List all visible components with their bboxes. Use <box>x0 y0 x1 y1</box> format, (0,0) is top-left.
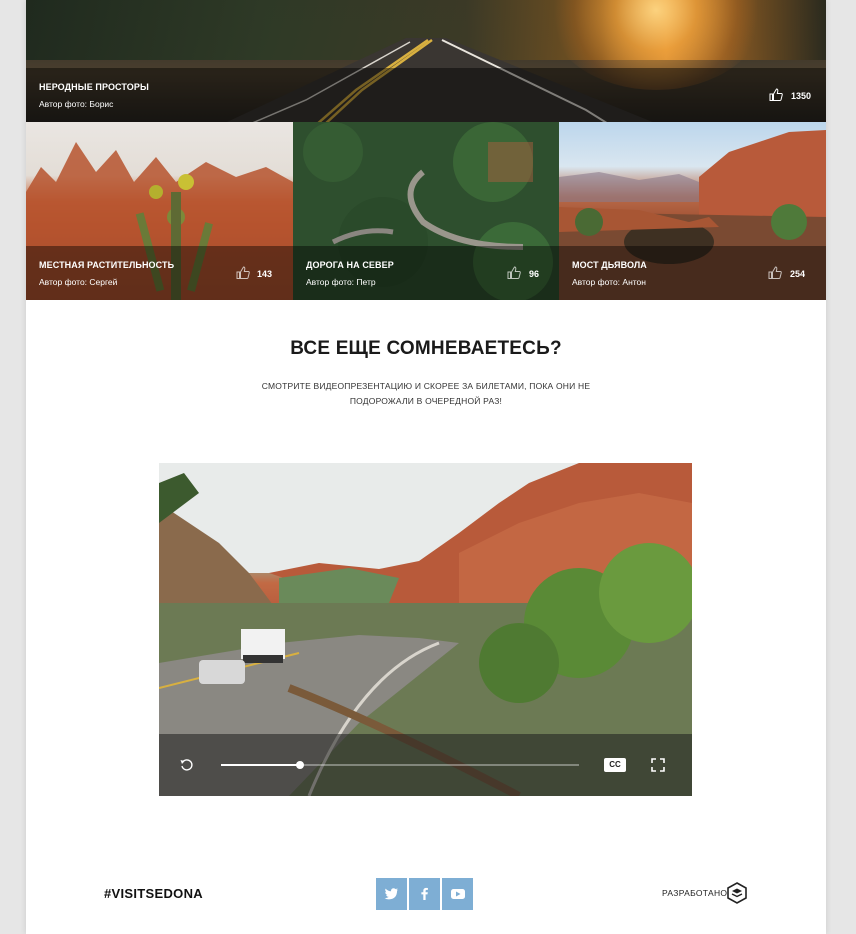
photo-tile[interactable]: ДОРОГА НА СЕВЕР Автор фото: Петр 96 <box>293 122 559 300</box>
replay-icon[interactable] <box>179 757 195 773</box>
tile-caption: МЕСТНАЯ РАСТИТЕЛЬНОСТЬ Автор фото: Серге… <box>26 246 293 300</box>
tile-like-count: 254 <box>790 269 806 279</box>
hero-photo[interactable]: НЕРОДНЫЕ ПРОСТОРЫ Автор фото: Борис 1350 <box>26 0 826 122</box>
video-progress-bar[interactable] <box>221 761 579 769</box>
facebook-icon <box>421 887 428 900</box>
tile-title: МОСТ ДЬЯВОЛА <box>572 260 647 270</box>
youtube-button[interactable] <box>442 878 473 910</box>
tile-caption: МОСТ ДЬЯВОЛА Автор фото: Антон 254 <box>559 246 826 300</box>
twitter-button[interactable] <box>376 878 407 910</box>
closed-captions-icon[interactable]: CC <box>604 758 626 772</box>
fullscreen-icon[interactable] <box>651 758 665 772</box>
video-controls: CC <box>159 734 692 796</box>
hero-author: Автор фото: Борис <box>39 99 114 109</box>
section-subtext: СМОТРИТЕ ВИДЕОПРЕЗЕНТАЦИЮ И СКОРЕЕ ЗА БИ… <box>261 381 591 406</box>
thumbs-up-icon[interactable] <box>768 266 782 279</box>
thumbs-up-icon[interactable] <box>507 266 521 279</box>
developer-logo-icon[interactable] <box>726 882 748 904</box>
made-by-label: РАЗРАБОТАНО <box>662 888 728 898</box>
footer-hashtag[interactable]: #VISITSEDONA <box>104 886 203 901</box>
video-player[interactable]: CC <box>159 463 692 796</box>
photo-tile[interactable]: МОСТ ДЬЯВОЛА Автор фото: Антон 254 <box>559 122 826 300</box>
tile-like-count: 96 <box>529 269 540 279</box>
hero-title: НЕРОДНЫЕ ПРОСТОРЫ <box>39 82 149 92</box>
tile-title: МЕСТНАЯ РАСТИТЕЛЬНОСТЬ <box>39 260 175 270</box>
section-headline: ВСЕ ЕЩЕ СОМНЕВАЕТЕСЬ? <box>290 338 562 359</box>
youtube-icon <box>451 889 465 899</box>
thumbs-up-icon[interactable] <box>236 266 250 279</box>
tile-author: Автор фото: Антон <box>572 277 646 287</box>
tile-like-count: 143 <box>257 269 273 279</box>
facebook-button[interactable] <box>409 878 440 910</box>
tile-author: Автор фото: Петр <box>306 277 376 287</box>
tile-author: Автор фото: Сергей <box>39 277 118 287</box>
page: НЕРОДНЫЕ ПРОСТОРЫ Автор фото: Борис 1350… <box>26 0 826 934</box>
tile-title: ДОРОГА НА СЕВЕР <box>306 260 394 270</box>
photo-tile[interactable]: МЕСТНАЯ РАСТИТЕЛЬНОСТЬ Автор фото: Серге… <box>26 122 293 300</box>
twitter-icon <box>384 888 398 900</box>
hero-like-count: 1350 <box>791 91 812 101</box>
video-progress-fill <box>221 764 300 766</box>
tile-caption: ДОРОГА НА СЕВЕР Автор фото: Петр 96 <box>293 246 559 300</box>
video-progress-knob[interactable] <box>295 761 304 769</box>
hero-caption: НЕРОДНЫЕ ПРОСТОРЫ Автор фото: Борис 1350 <box>26 68 826 122</box>
thumbs-up-icon[interactable] <box>769 88 783 101</box>
